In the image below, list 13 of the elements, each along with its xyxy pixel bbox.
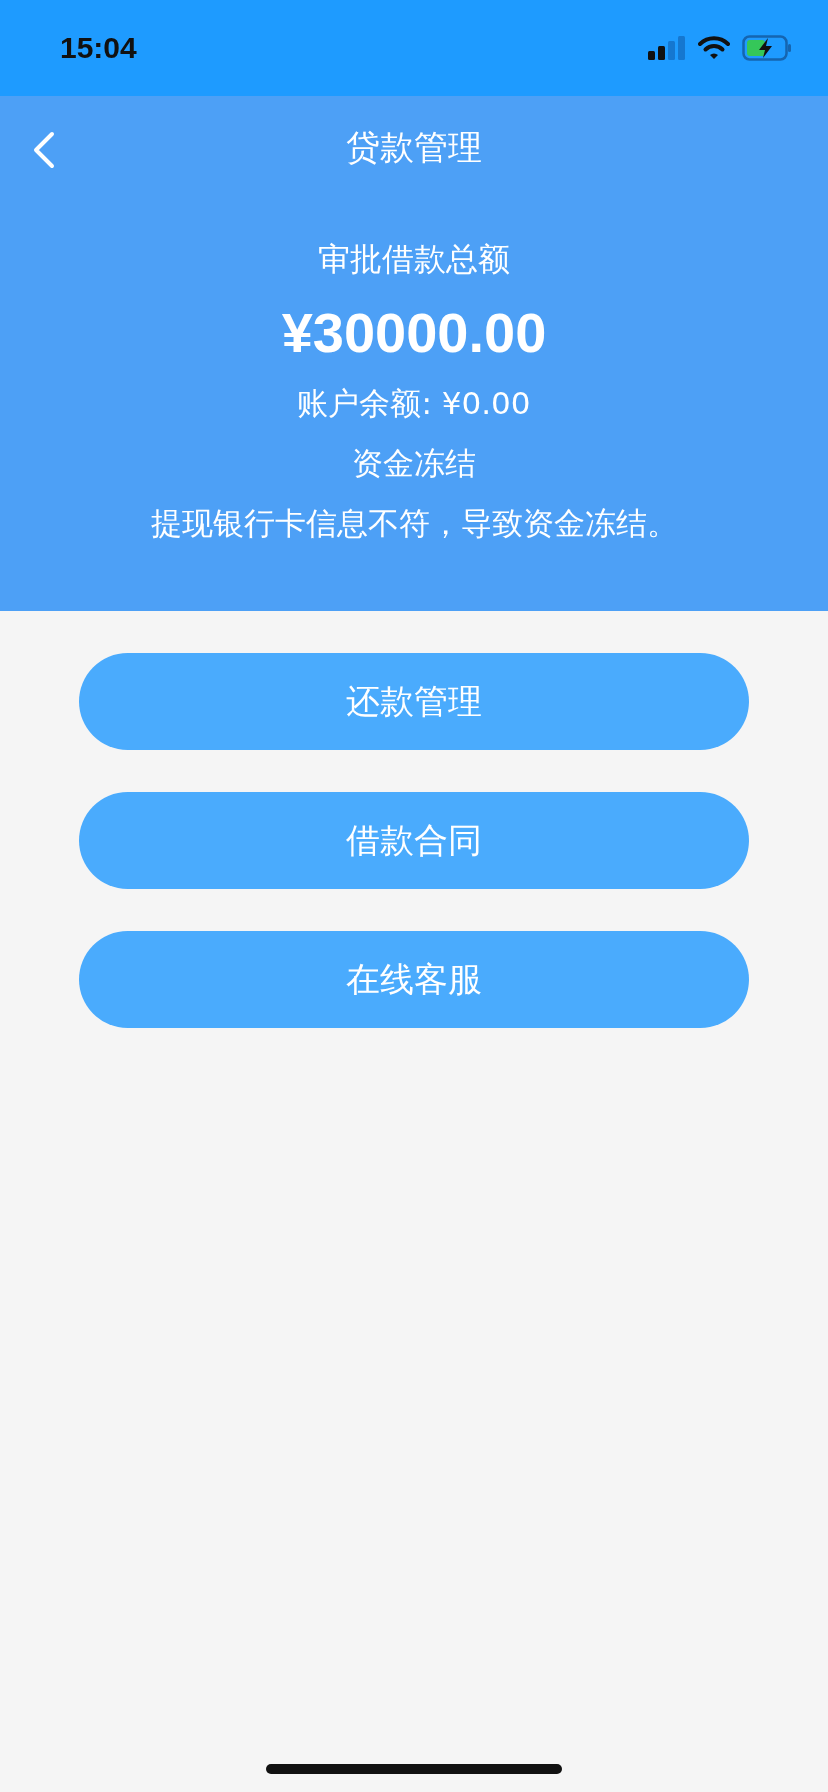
menu-button[interactable]: 在线客服: [79, 931, 749, 1028]
account-balance: 账户余额: ¥0.00: [297, 384, 531, 423]
account-status: 资金冻结: [352, 444, 476, 483]
page-title: 贷款管理: [346, 126, 482, 169]
battery-charging-icon: [742, 35, 792, 61]
signal-icon: [648, 36, 686, 60]
total-amount: ¥30000.00: [281, 300, 547, 365]
status-reason: 提现银行卡信息不符，导致资金冻结。: [150, 504, 678, 543]
wifi-icon: [698, 36, 730, 60]
menu-button[interactable]: 还款管理: [79, 653, 749, 750]
menu-button[interactable]: 借款合同: [79, 792, 749, 889]
status-time: 15:04: [60, 31, 137, 65]
total-label: 审批借款总额: [318, 239, 510, 280]
